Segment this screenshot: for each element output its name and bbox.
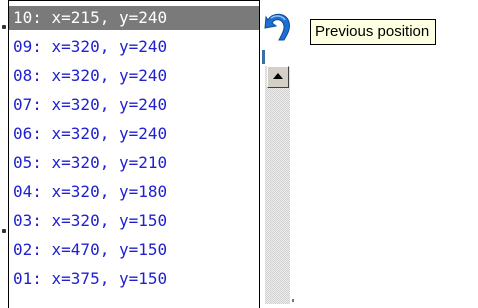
history-item[interactable]: 04: x=320, y=180 bbox=[9, 180, 259, 204]
history-item[interactable]: 10: x=215, y=240 bbox=[9, 6, 259, 30]
arrow-up-icon bbox=[273, 73, 283, 79]
tooltip: Previous position bbox=[310, 19, 437, 45]
scroll-up-button[interactable] bbox=[267, 66, 289, 88]
tooltip-text: Previous position bbox=[315, 23, 430, 40]
history-item[interactable]: 05: x=320, y=210 bbox=[9, 151, 259, 175]
history-item[interactable]: 03: x=320, y=150 bbox=[9, 209, 259, 233]
history-item[interactable]: 01: x=375, y=150 bbox=[9, 267, 259, 291]
position-history-list[interactable]: 10: x=215, y=240 09: x=320, y=240 08: x=… bbox=[8, 0, 260, 308]
history-item[interactable]: 02: x=470, y=150 bbox=[9, 238, 259, 262]
edge-marker bbox=[2, 229, 6, 233]
history-item[interactable]: 09: x=320, y=240 bbox=[9, 35, 259, 59]
toolbar-edge bbox=[262, 50, 265, 64]
edge-marker bbox=[2, 25, 6, 29]
history-item[interactable]: 08: x=320, y=240 bbox=[9, 64, 259, 88]
scrollbar-track[interactable] bbox=[265, 66, 290, 304]
scrollbar-edge-mark bbox=[292, 299, 294, 302]
history-item[interactable]: 07: x=320, y=240 bbox=[9, 93, 259, 117]
background-window-edge bbox=[0, 0, 8, 308]
history-item[interactable]: 06: x=320, y=240 bbox=[9, 122, 259, 146]
undo-arrow-icon[interactable] bbox=[262, 6, 294, 46]
